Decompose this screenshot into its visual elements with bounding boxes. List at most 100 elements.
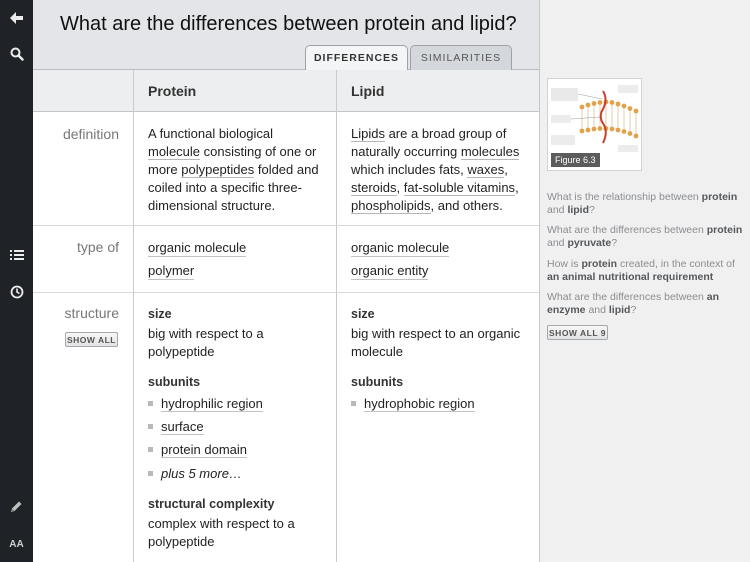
related-question-link[interactable]: What are the differences between an enzy… xyxy=(547,291,743,317)
attribute-heading: subunits xyxy=(148,375,201,389)
related-sidebar: Figure 6.3 What is the relationship betw… xyxy=(539,0,750,562)
term-link[interactable]: protein domain xyxy=(161,442,247,458)
definition-text: naturally occurring xyxy=(351,144,461,159)
search-icon[interactable] xyxy=(0,41,33,67)
term-link[interactable]: fat-soluble vitamins xyxy=(403,180,516,196)
attribute-heading: structural complexity xyxy=(148,497,275,511)
definition-text: coiled into a specific three- xyxy=(148,180,302,195)
definition-text: consisting of one or xyxy=(200,144,317,159)
attribute-value: complex with respect to a polypeptide xyxy=(148,515,295,551)
term-link[interactable]: organic molecule xyxy=(351,239,450,257)
related-question-link[interactable]: What is the relationship between protein… xyxy=(547,191,743,217)
related-term: protein xyxy=(706,224,743,236)
related-text: What are the differences between xyxy=(547,224,707,236)
attribute-text: complex with respect to a xyxy=(148,516,295,531)
page-title: What are the differences between protein… xyxy=(60,13,517,35)
term-link[interactable]: waxes xyxy=(467,162,505,178)
term-link[interactable]: phospholipids xyxy=(351,198,431,214)
term-link[interactable]: polypeptides xyxy=(181,162,255,178)
definition-line: phospholipids, and others. xyxy=(351,197,535,215)
question-header: What are the differences between protein… xyxy=(33,0,539,70)
term-link[interactable]: organic molecule xyxy=(148,239,247,257)
definition-line: steroids, fat-soluble vitamins, xyxy=(351,179,535,197)
row-divider xyxy=(33,225,539,226)
row-label-type-of: type of xyxy=(76,239,119,255)
left-toolbar: AA xyxy=(0,0,33,562)
definition-line: Lipids are a broad group of xyxy=(351,125,535,143)
term-link[interactable]: molecules xyxy=(460,144,520,160)
row-divider xyxy=(33,292,539,293)
list-item[interactable]: surface xyxy=(148,418,204,435)
term-link[interactable]: hydrophobic region xyxy=(364,396,475,412)
definition-text: , and others. xyxy=(430,198,503,213)
figure-thumbnail[interactable]: Figure 6.3 xyxy=(547,78,642,171)
comparison-panel: What are the differences between protein… xyxy=(33,0,539,562)
column-title-protein: Protein xyxy=(148,83,197,99)
attribute-value: big with respect to an organic molecule xyxy=(351,325,520,361)
related-text: and xyxy=(547,237,568,249)
list-item[interactable]: hydrophobic region xyxy=(351,395,475,412)
lipid-definition: Lipids are a broad group of naturally oc… xyxy=(351,125,535,215)
clock-icon[interactable] xyxy=(0,279,33,305)
definition-text: , xyxy=(504,162,508,177)
column-header-blank xyxy=(33,70,134,112)
term-link[interactable]: Lipids xyxy=(351,126,385,142)
attribute-text: big with respect to a xyxy=(148,326,264,341)
attribute-text: polypeptide xyxy=(148,344,215,359)
related-term: lipid xyxy=(608,304,631,316)
definition-text: A functional biological xyxy=(148,126,274,141)
attribute-heading: subunits xyxy=(351,375,404,389)
related-text: What are the differences between xyxy=(547,291,707,303)
term-link[interactable]: organic entity xyxy=(351,262,429,280)
show-all-button[interactable]: SHOW ALL xyxy=(65,332,118,347)
font-size-label: AA xyxy=(9,538,24,550)
tab-similarities[interactable]: SIMILARITIES xyxy=(410,45,512,70)
attribute-value: big with respect to a polypeptide xyxy=(148,325,264,361)
row-label-definition: definition xyxy=(62,126,119,142)
column-divider xyxy=(336,70,337,562)
related-text: and xyxy=(585,304,609,316)
definition-line: which includes fats, waxes, xyxy=(351,161,535,179)
related-question-link[interactable]: What are the differences between protein… xyxy=(547,224,743,250)
column-title-lipid: Lipid xyxy=(351,83,385,99)
term-link[interactable]: surface xyxy=(161,419,204,435)
related-text: created, in the context of xyxy=(617,258,735,270)
definition-line: naturally occurring molecules xyxy=(351,143,535,161)
list-item[interactable]: protein domain xyxy=(148,441,247,458)
pencil-icon[interactable] xyxy=(0,493,33,519)
definition-text: more xyxy=(148,162,182,177)
related-question-link[interactable]: How is protein created, in the context o… xyxy=(547,258,743,284)
definition-text: folded and xyxy=(254,162,319,177)
related-text: ? xyxy=(630,304,637,316)
related-text: How is xyxy=(547,258,582,270)
attribute-heading: size xyxy=(351,307,375,321)
protein-definition: A functional biological molecule consist… xyxy=(148,125,330,215)
tab-differences[interactable]: DIFFERENCES xyxy=(305,45,408,70)
related-term: pyruvate xyxy=(567,237,612,249)
related-term: an animal nutritional requirement xyxy=(547,271,714,283)
definition-text: , xyxy=(515,180,519,195)
list-item[interactable]: hydrophilic region xyxy=(148,395,263,412)
definition-text: , xyxy=(396,180,401,195)
term-link[interactable]: molecule xyxy=(148,144,201,160)
back-arrow-icon[interactable] xyxy=(0,5,33,31)
related-term: protein xyxy=(581,258,618,270)
list-icon[interactable] xyxy=(0,242,33,268)
term-link[interactable]: hydrophilic region xyxy=(161,396,263,412)
show-all-related-button[interactable]: SHOW ALL 9 xyxy=(547,325,608,340)
related-term: lipid xyxy=(567,204,590,216)
column-header-protein: Protein xyxy=(134,70,337,112)
definition-line: more polypeptides folded and xyxy=(148,161,330,179)
attribute-text: big with respect to an organic xyxy=(351,326,521,341)
definition-text: dimensional structure. xyxy=(148,198,276,213)
more-items-link[interactable]: plus 5 more… xyxy=(148,465,242,482)
definition-text: are a broad group of xyxy=(384,126,507,141)
term-link[interactable]: steroids xyxy=(351,180,397,196)
term-link[interactable]: polymer xyxy=(148,262,195,280)
attribute-heading: size xyxy=(148,307,172,321)
column-divider xyxy=(133,70,134,562)
font-size-icon[interactable]: AA xyxy=(0,531,33,557)
related-text: ? xyxy=(589,204,595,216)
column-header-lipid: Lipid xyxy=(337,70,539,112)
attribute-text: polypeptide xyxy=(148,534,215,549)
